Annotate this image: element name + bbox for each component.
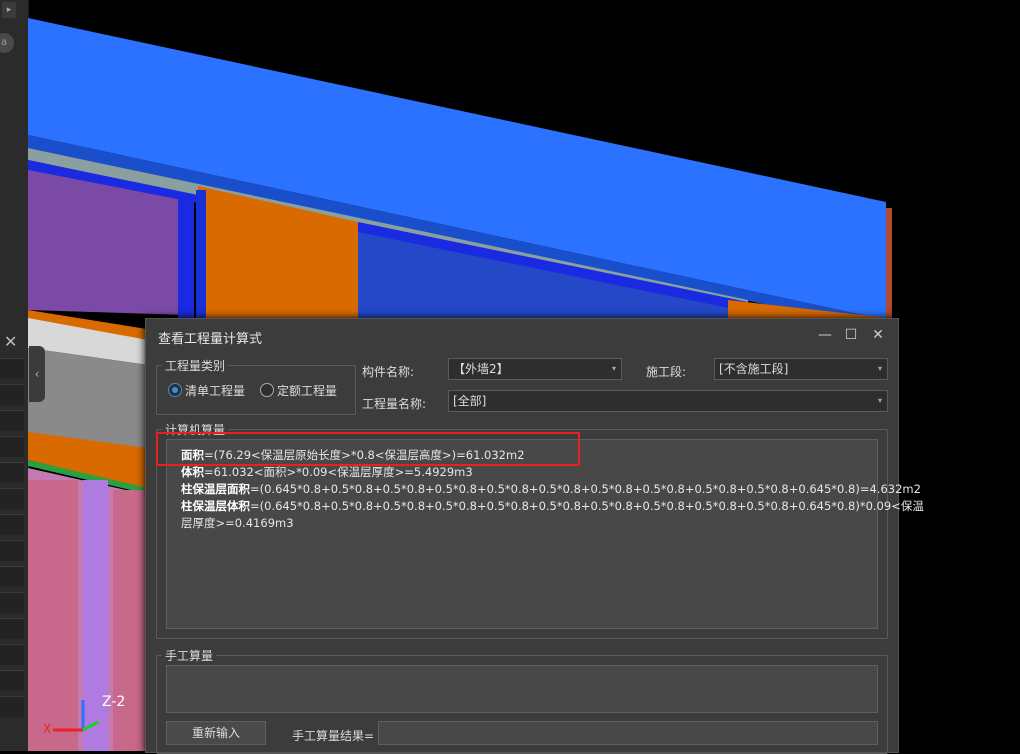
construction-stage-value: [不含施工段] (719, 362, 789, 376)
component-name-label: 构件名称: (362, 365, 415, 379)
quantity-name-value: [全部] (453, 394, 487, 408)
construction-stage-label: 施工段: (646, 365, 687, 379)
maximize-icon[interactable]: ☐ (840, 324, 862, 346)
quantity-name-select[interactable]: [全部] ▾ (448, 390, 888, 412)
formula-line-column-volume-cont: 层厚度>=0.4169m3 (181, 516, 294, 530)
manual-result-input[interactable] (378, 721, 878, 745)
manual-calc-textarea[interactable] (166, 665, 878, 713)
quantity-name-label: 工程量名称: (362, 397, 427, 411)
highlight-box (156, 432, 580, 466)
close-icon[interactable]: ✕ (867, 324, 889, 346)
chevron-down-icon: ▾ (611, 364, 616, 373)
chevron-down-icon: ▾ (877, 396, 882, 405)
computer-calc-textarea[interactable]: 面积=(76.29<保温层原始长度>*0.8<保温层高度>)=61.032m2 … (166, 439, 924, 629)
radio-quota-quantity-label[interactable]: 定额工程量 (277, 382, 337, 399)
reenter-button[interactable]: 重新输入 (166, 721, 266, 745)
quantity-type-label: 工程量类别 (162, 357, 229, 374)
manual-calc-label: 手工算量 (162, 647, 217, 664)
component-name-value: 【外墙2】 (453, 362, 509, 376)
formula-line-column-volume: 柱保温层体积=(0.645*0.8+0.5*0.8+0.5*0.8+0.5*0.… (181, 499, 924, 513)
component-name-select[interactable]: 【外墙2】 ▾ (448, 358, 622, 380)
formula-line-column-area: 柱保温层面积=(0.645*0.8+0.5*0.8+0.5*0.8+0.5*0.… (181, 482, 921, 496)
formula-dialog: 查看工程量计算式 — ☐ ✕ 工程量类别 清单工程量 定额工程量 构件名称: 【… (145, 318, 924, 754)
construction-stage-select[interactable]: [不含施工段] ▾ (714, 358, 888, 380)
radio-bill-quantity[interactable] (168, 383, 182, 397)
formula-line-volume: 体积=61.032<面积>*0.09<保温层厚度>=5.4929m3 (181, 465, 473, 479)
dialog-title: 查看工程量计算式 (158, 332, 263, 347)
radio-bill-quantity-label[interactable]: 清单工程量 (185, 382, 245, 399)
radio-quota-quantity[interactable] (260, 383, 274, 397)
dialog-title-bar[interactable]: 查看工程量计算式 — ☐ ✕ (146, 319, 898, 351)
manual-result-label: 手工算量结果= (292, 729, 375, 743)
minimize-icon[interactable]: — (814, 324, 836, 346)
chevron-down-icon: ▾ (877, 364, 882, 373)
